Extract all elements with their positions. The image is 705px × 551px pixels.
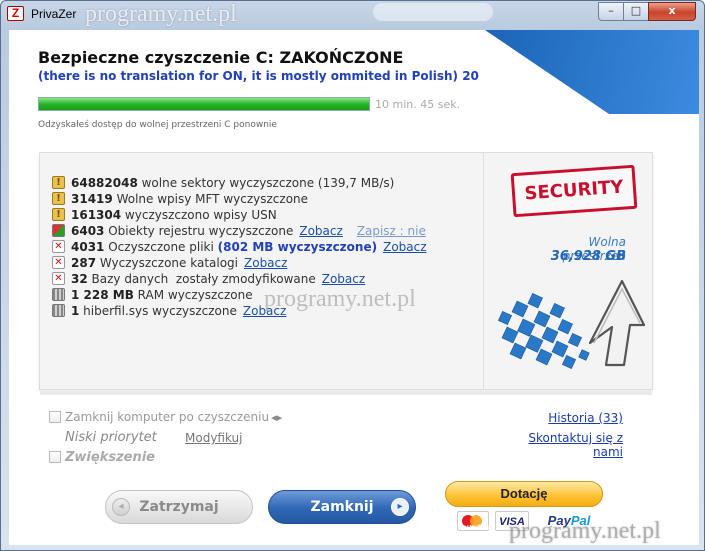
priority-modify-link[interactable]: Modyfikuj bbox=[185, 431, 243, 445]
close-window-button[interactable]: x bbox=[648, 2, 696, 21]
result-row: ✕ 32 Bazy danych zostały zmodyfikowane Zob… bbox=[52, 271, 427, 287]
pause-arrow-icon: ◂ bbox=[112, 498, 130, 516]
boost-label: Zwiększenie bbox=[65, 450, 156, 465]
x-icon: ✕ bbox=[52, 240, 65, 253]
result-row: ✕ 287 Wyczyszczone katalogi Zobacz bbox=[52, 255, 427, 271]
view-link[interactable]: Zobacz bbox=[383, 240, 426, 254]
pause-label: Zatrzymaj bbox=[139, 499, 219, 515]
elapsed-time: 10 min. 45 sek. bbox=[375, 98, 461, 111]
result-text: Wyczyszczone katalogi bbox=[96, 256, 238, 270]
shutdown-arrows-icon[interactable]: ◂▸ bbox=[271, 411, 282, 424]
ram-icon bbox=[52, 304, 65, 317]
shutdown-label: Zamknij komputer po czyszczeniu bbox=[65, 410, 270, 424]
privazer-logo-icon: Z bbox=[7, 6, 24, 21]
result-count: 6403 bbox=[71, 224, 105, 238]
x-icon: ✕ bbox=[52, 256, 65, 269]
view-link[interactable]: Zobacz bbox=[322, 272, 365, 286]
page-subtitle: (there is no translation for ON, it is m… bbox=[38, 69, 479, 83]
minimize-button[interactable]: – bbox=[598, 2, 624, 21]
result-count: 1 228 MB bbox=[71, 288, 134, 302]
result-text: wolne sektory wyczyszczone (139,7 MB/s) bbox=[137, 176, 395, 190]
ram-icon bbox=[52, 288, 65, 301]
result-text: wyczyszczono wpisy USN bbox=[121, 208, 277, 222]
mastercard-label: MasterCard bbox=[458, 525, 492, 531]
donate-button[interactable]: Dotację bbox=[445, 481, 603, 507]
close-arrow-icon: ▸ bbox=[391, 498, 409, 516]
result-text: Bazy danych zostały zmodyfikowane bbox=[87, 272, 316, 286]
close-button[interactable]: Zamknij ▸ bbox=[268, 490, 416, 524]
results-panel: ! 64882048 wolne sektory wyczyszczone (13… bbox=[39, 152, 653, 395]
shutdown-checkbox[interactable] bbox=[49, 410, 61, 423]
result-count: 31419 bbox=[71, 192, 113, 206]
result-text: Oczyszczone pliki bbox=[104, 240, 218, 254]
header-decoration bbox=[485, 30, 699, 114]
result-text: hiberfil.sys wyczyszczone bbox=[79, 304, 237, 318]
result-row: ✕ 4031 Oczyszczone pliki (802 MB wyczyszc… bbox=[52, 239, 427, 255]
window-title: PrivaZer bbox=[31, 7, 77, 21]
result-count: 4031 bbox=[71, 240, 105, 254]
boost-checkbox[interactable] bbox=[49, 450, 61, 463]
lock-icon: ! bbox=[52, 208, 65, 221]
x-icon: ✕ bbox=[52, 272, 65, 285]
lock-icon: ! bbox=[52, 192, 65, 205]
cubes-arrow-illustration bbox=[497, 279, 646, 370]
puzzle-icon bbox=[52, 224, 65, 237]
result-count: 32 bbox=[71, 272, 88, 286]
progress-bar bbox=[38, 97, 370, 111]
result-text: Wolne wpisy MFT wyczyszczone bbox=[112, 192, 309, 206]
result-text: Obiekty rejestru wyczyszczone bbox=[104, 224, 294, 238]
result-highlight: (802 MB wyczyszczone) bbox=[217, 240, 378, 254]
close-label: Zamknij bbox=[310, 499, 374, 515]
result-count: 64882048 bbox=[71, 176, 138, 190]
watermark: programy.net.pl bbox=[85, 1, 237, 27]
pause-button[interactable]: ◂ Zatrzymaj bbox=[105, 490, 253, 524]
view-link[interactable]: Zobacz bbox=[299, 224, 342, 238]
page-title: Bezpieczne czyszczenie C: ZAKOŃCZONE bbox=[38, 48, 404, 67]
result-row: ! 161304 wyczyszczono wpisy USN bbox=[52, 207, 427, 223]
security-stamp: SECURITY bbox=[510, 164, 638, 218]
panel-shadow bbox=[40, 391, 652, 395]
client-area: Bezpieczne czyszczenie C: ZAKOŃCZONE (th… bbox=[9, 30, 699, 545]
watermark: programy.net.pl bbox=[509, 518, 661, 544]
view-link[interactable]: Zobacz bbox=[244, 256, 287, 270]
maximize-button[interactable]: □ bbox=[623, 2, 649, 21]
shutdown-option[interactable]: Zamknij komputer po czyszczeniu ◂▸ bbox=[49, 410, 282, 424]
result-count: 161304 bbox=[71, 208, 122, 222]
progress-fill bbox=[39, 98, 369, 110]
progress-note: Odzyskałeś dostęp do wolnej przestrzeni … bbox=[38, 120, 277, 130]
mastercard-icon: MasterCard bbox=[457, 511, 491, 531]
history-link[interactable]: Historia (33) bbox=[529, 411, 623, 425]
lock-icon: ! bbox=[52, 176, 65, 189]
save-registry-link[interactable]: Zapisz : nie bbox=[357, 224, 426, 238]
title-glow bbox=[373, 3, 493, 21]
watermark: programy.net.pl bbox=[264, 286, 416, 312]
result-count: 287 bbox=[71, 256, 97, 270]
result-row: 6403 Obiekty rejestru wyczyszczone Zobacz… bbox=[52, 223, 427, 239]
result-row: ! 64882048 wolne sektory wyczyszczone (13… bbox=[52, 175, 427, 191]
contact-link[interactable]: Skontaktuj się z nami bbox=[499, 431, 623, 459]
free-space-value: 36,928 GB bbox=[550, 249, 626, 264]
app-window: Z PrivaZer – □ x programy.net.pl Bezpiec… bbox=[0, 0, 705, 551]
result-row: ! 31419 Wolne wpisy MFT wyczyszczone bbox=[52, 191, 427, 207]
result-text: RAM wyczyszczone bbox=[133, 288, 253, 302]
boost-option[interactable]: Zwiększenie bbox=[49, 450, 155, 465]
panel-divider bbox=[483, 153, 484, 389]
priority-label: Niski priorytet bbox=[65, 430, 157, 445]
